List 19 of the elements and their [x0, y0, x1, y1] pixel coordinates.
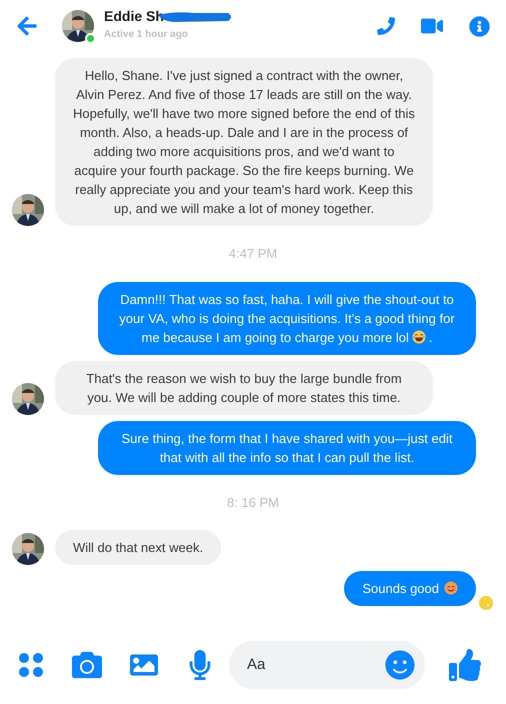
timestamp: 4:47 PM: [228, 245, 278, 263]
back-button[interactable]: [16, 15, 38, 37]
message-bubble: Will do that next week.: [55, 530, 222, 565]
apps-icon[interactable]: [18, 652, 44, 678]
microphone-icon[interactable]: [187, 650, 213, 680]
message-bubble: Damn!!! That was so fast, haha. I will give the shout-out to your VA, who is doing the acquisitions. It's a good thing for me because I am going to charge you more lol .: [98, 282, 476, 354]
phone-icon[interactable]: [377, 17, 395, 35]
message-bubble: Sounds good: [344, 571, 476, 606]
message-input[interactable]: Aa: [247, 654, 385, 676]
timestamp: 8: 16 PM: [226, 494, 280, 512]
emoji-icon[interactable]: [385, 650, 415, 680]
message-field[interactable]: Aa: [229, 641, 425, 689]
like-icon[interactable]: [449, 649, 481, 681]
message-bubble: That's the reason we wish to buy the large bundle from you. We will be adding couple of more states this time.: [55, 360, 433, 414]
message-bubble: Sure thing, the form that I have shared with you—just edit that with all the info so that I can pull the list.: [98, 420, 476, 474]
camera-icon[interactable]: [71, 650, 103, 680]
message-bubble: Hello, Shane. I've just signed a contract with the owner, Alvin Perez. And five of those 17 leads are still on the way. Hopefully, we'll have two more signed before the end of this month. Also, a heads-up. Dale and I are in the process of adding two more acquisitions pros, and we'd want to acquire your fourth package. So the fire keeps burning. We really appreciate you and your team's hard work. Keep this up, and we will make a lot of money together.: [55, 58, 433, 226]
info-icon[interactable]: [469, 16, 490, 36]
active-status: Active 1 hour ago: [104, 28, 189, 42]
